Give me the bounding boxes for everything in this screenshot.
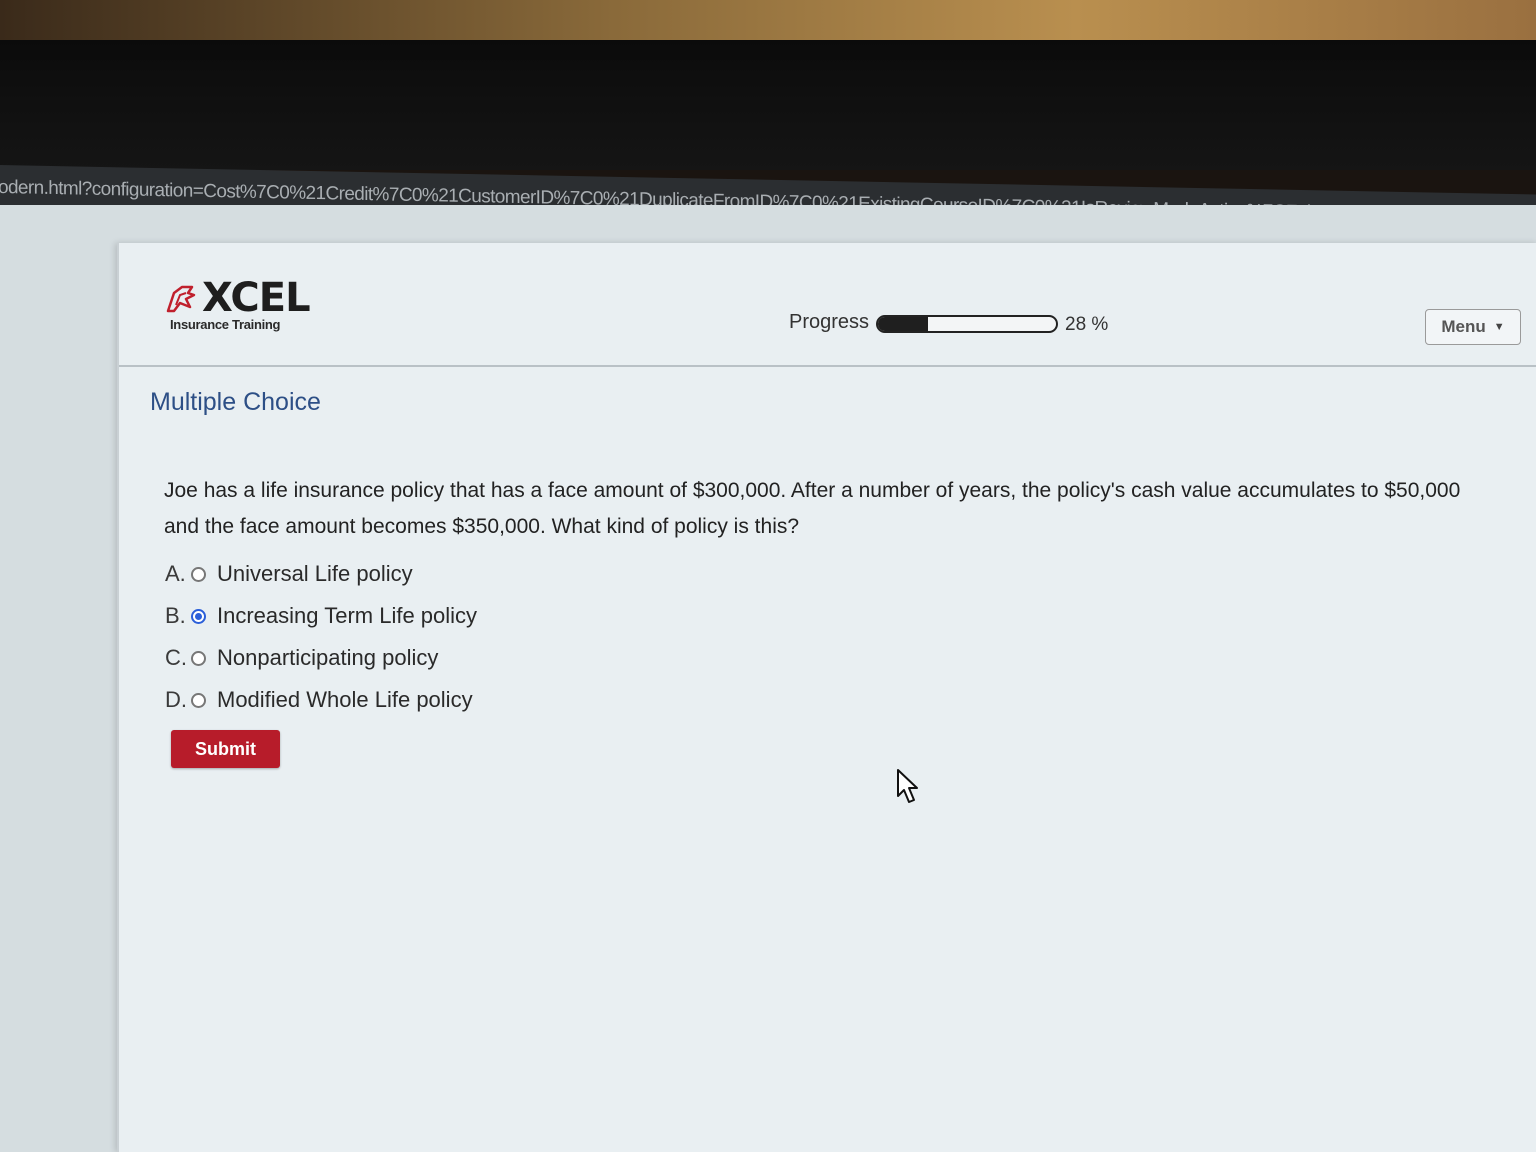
monitor-bezel (0, 40, 1536, 170)
lion-head-icon (166, 285, 196, 313)
answer-options: A. Universal Life policy B. Increasing T… (165, 553, 477, 721)
submit-button[interactable]: Submit (171, 730, 280, 768)
option-a[interactable]: A. Universal Life policy (165, 553, 477, 595)
option-letter: B. (165, 603, 186, 628)
logo-wordmark: XCEL (202, 275, 311, 321)
option-label[interactable]: Universal Life policy (217, 561, 413, 587)
course-panel: XCEL Insurance Training Progress 28 % Me… (117, 243, 1536, 1152)
radio-button[interactable] (191, 650, 206, 666)
option-label[interactable]: Increasing Term Life policy (217, 603, 477, 629)
radio-button[interactable] (191, 692, 206, 708)
progress-bar (876, 315, 1058, 333)
course-header: XCEL Insurance Training Progress 28 % Me… (119, 243, 1536, 367)
menu-button[interactable]: Menu ▼ (1425, 309, 1521, 345)
option-letter: A. (165, 561, 186, 586)
progress-indicator: Progress 28 % (789, 311, 1119, 341)
option-letter: D. (165, 687, 187, 712)
menu-button-label: Menu (1441, 317, 1486, 336)
mouse-pointer-icon (897, 769, 918, 803)
progress-bar-fill (878, 317, 928, 331)
option-c[interactable]: C. Nonparticipating policy (165, 637, 477, 679)
option-d[interactable]: D. Modified Whole Life policy (165, 679, 477, 721)
question-text: Joe has a life insurance policy that has… (164, 479, 1461, 538)
section-title: Multiple Choice (150, 388, 321, 416)
logo-tagline: Insurance Training (170, 317, 281, 332)
option-label[interactable]: Nonparticipating policy (217, 645, 438, 671)
option-letter: C. (165, 645, 187, 670)
radio-button[interactable] (191, 566, 206, 582)
option-b[interactable]: B. Increasing Term Life policy (165, 595, 477, 637)
progress-percent: 28 % (1065, 314, 1109, 335)
xcel-logo: XCEL Insurance Training (164, 275, 324, 337)
progress-label: Progress (789, 311, 870, 333)
caret-down-icon: ▼ (1493, 321, 1505, 333)
radio-button-selected[interactable] (191, 608, 206, 624)
option-label[interactable]: Modified Whole Life policy (217, 687, 473, 713)
